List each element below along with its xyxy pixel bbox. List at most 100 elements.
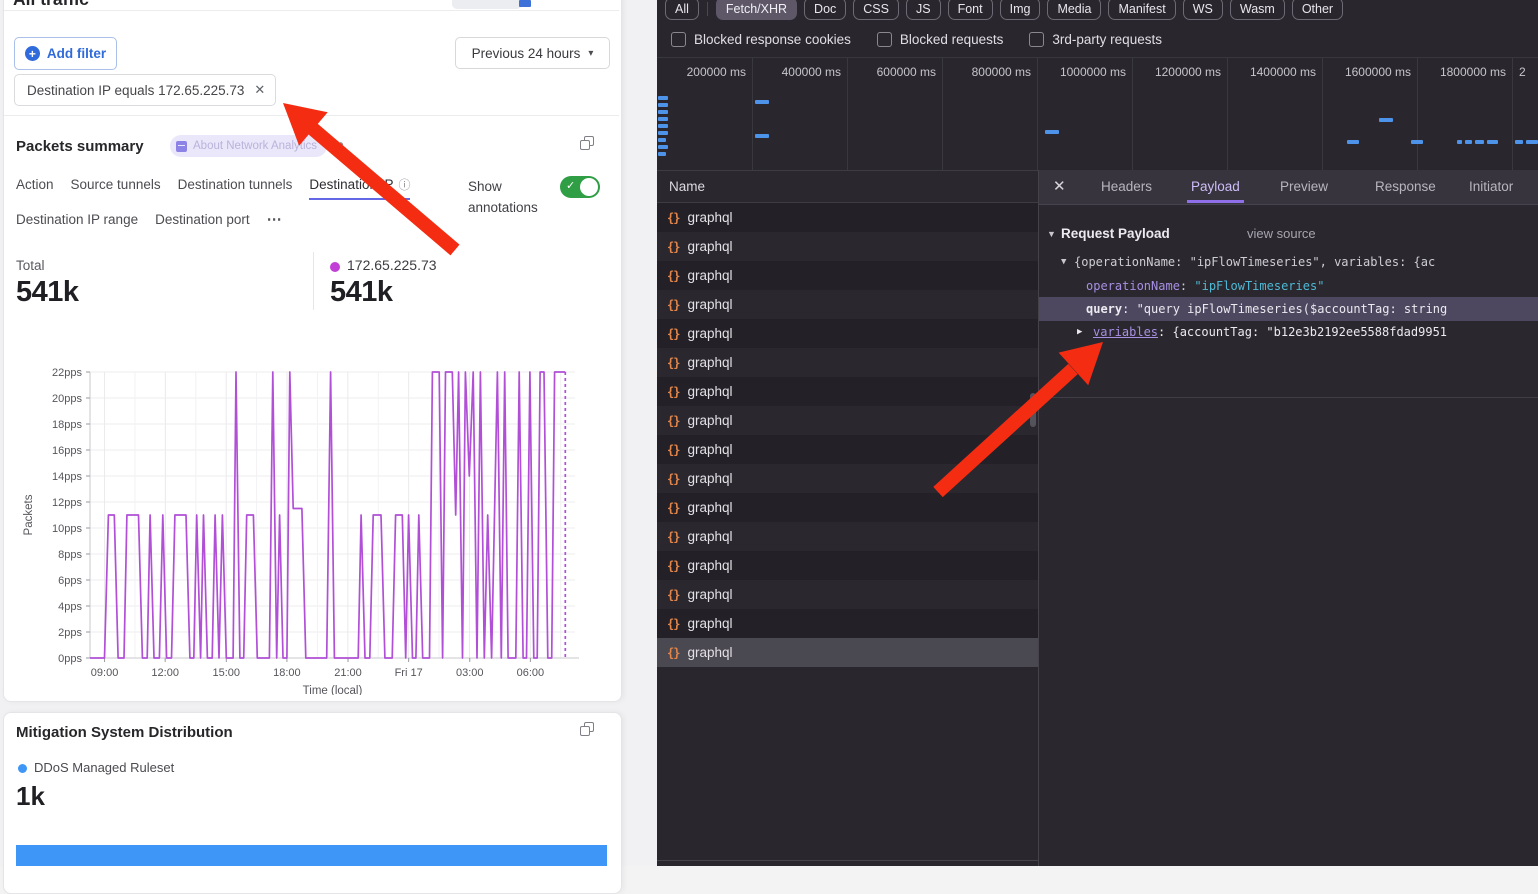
- chevron-collapsed-icon[interactable]: ▶: [1077, 320, 1082, 344]
- request-row[interactable]: {}graphql: [657, 319, 1038, 348]
- filter-pill-wasm[interactable]: Wasm: [1230, 0, 1285, 20]
- chevron-expanded-icon[interactable]: ▼: [1047, 222, 1056, 246]
- svg-text:06:00: 06:00: [517, 667, 545, 679]
- filter-chip[interactable]: Destination IP equals 172.65.225.73 ✕: [14, 74, 276, 106]
- filter-pill-other[interactable]: Other: [1292, 0, 1343, 20]
- request-row[interactable]: {}graphql: [657, 464, 1038, 493]
- add-filter-button[interactable]: + Add filter: [14, 37, 117, 70]
- tab-destination-ip-range[interactable]: Destination IP range: [16, 212, 138, 227]
- waterfall-mark: [1526, 140, 1538, 144]
- tab-response[interactable]: Response: [1375, 170, 1436, 203]
- tab-label: Destination IP range: [16, 212, 138, 227]
- svg-text:Fri 17: Fri 17: [395, 667, 423, 679]
- request-row[interactable]: {}graphql: [657, 203, 1038, 232]
- json-value: "query ipFlowTimeseries($accountTag: str…: [1137, 302, 1448, 316]
- request-name: graphql: [687, 587, 732, 602]
- ruler-label: 200000 ms: [664, 65, 746, 79]
- filter-pill-doc[interactable]: Doc: [804, 0, 846, 20]
- filter-pill-js[interactable]: JS: [906, 0, 941, 20]
- tab-preview[interactable]: Preview: [1280, 170, 1328, 203]
- filter-pill-media[interactable]: Media: [1047, 0, 1101, 20]
- tab-destination-ip[interactable]: Destination IPⓘ: [309, 176, 410, 193]
- tabs-overflow-button[interactable]: ⋯: [267, 210, 283, 228]
- request-row[interactable]: {}graphql: [657, 377, 1038, 406]
- mitigation-title: Mitigation System Distribution: [16, 724, 233, 741]
- request-row[interactable]: {}graphql: [657, 261, 1038, 290]
- svg-text:12:00: 12:00: [151, 667, 179, 679]
- tab-source-tunnels[interactable]: Source tunnels: [71, 177, 161, 192]
- stat-total-value: 541k: [16, 276, 79, 309]
- tab-action[interactable]: Action: [16, 177, 54, 192]
- request-name: graphql: [687, 413, 732, 428]
- request-payload-header[interactable]: ▼ Request Payload view source: [1039, 222, 1538, 246]
- json-request-icon: {}: [667, 327, 679, 341]
- request-row[interactable]: {}graphql: [657, 435, 1038, 464]
- expand-card-icon[interactable]: [580, 722, 594, 736]
- request-row[interactable]: {}graphql: [657, 638, 1038, 667]
- checkbox-icon[interactable]: [671, 32, 686, 47]
- tab-payload[interactable]: Payload: [1191, 170, 1240, 203]
- about-network-analytics-badge[interactable]: About Network Analytics: [170, 135, 327, 157]
- scrollbar-thumb[interactable]: [1030, 393, 1036, 427]
- request-name: graphql: [687, 471, 732, 486]
- checkbox-icon[interactable]: [1029, 32, 1044, 47]
- filter-pill-all[interactable]: All: [665, 0, 699, 20]
- request-row[interactable]: {}graphql: [657, 580, 1038, 609]
- payload-row-variables[interactable]: ▶ variables: {accountTag: "b12e3b2192ee5…: [1039, 320, 1538, 344]
- time-range-dropdown[interactable]: Previous 24 hours ▾: [455, 37, 610, 69]
- request-detail-panel: ✕ Headers Payload Preview Response Initiator…: [1039, 170, 1538, 866]
- waterfall-mark: [1347, 140, 1359, 144]
- tab-destination-port[interactable]: Destination port: [155, 212, 250, 227]
- name-header-label: Name: [669, 179, 705, 194]
- request-row[interactable]: {}graphql: [657, 406, 1038, 435]
- json-request-icon: {}: [667, 356, 679, 370]
- close-icon[interactable]: ✕: [1053, 177, 1066, 195]
- timeline-ruler[interactable]: 200000 ms400000 ms600000 ms800000 ms1000…: [657, 58, 1538, 170]
- waterfall-mark: [755, 100, 769, 104]
- filter-pill-fetch-xhr[interactable]: Fetch/XHR: [716, 0, 797, 20]
- expand-card-icon[interactable]: [580, 136, 594, 150]
- request-row[interactable]: {}graphql: [657, 348, 1038, 377]
- view-source-link[interactable]: view source: [1247, 222, 1316, 246]
- tab-label: Destination port: [155, 212, 250, 227]
- name-column-header[interactable]: Name: [657, 170, 1038, 203]
- checkbox-icon[interactable]: [877, 32, 892, 47]
- filter-pill-img[interactable]: Img: [1000, 0, 1041, 20]
- checkbox-label: Blocked requests: [900, 32, 1004, 47]
- checkbox-blocked-requests[interactable]: Blocked requests: [877, 32, 1004, 47]
- request-row[interactable]: {}graphql: [657, 290, 1038, 319]
- filter-pill-manifest[interactable]: Manifest: [1108, 0, 1175, 20]
- tab-initiator[interactable]: Initiator: [1469, 170, 1513, 203]
- checkbox-blocked-response-cookies[interactable]: Blocked response cookies: [671, 32, 851, 47]
- request-name: graphql: [687, 442, 732, 457]
- close-icon[interactable]: ✕: [254, 82, 265, 98]
- payload-row-query[interactable]: query: "query ipFlowTimeseries($accountT…: [1039, 297, 1538, 321]
- request-row[interactable]: {}graphql: [657, 551, 1038, 580]
- ruler-divider: [1417, 58, 1418, 170]
- tab-destination-tunnels[interactable]: Destination tunnels: [178, 177, 293, 192]
- checkbox-3rd-party-requests[interactable]: 3rd-party requests: [1029, 32, 1162, 47]
- show-annotations-label: Show annotations: [468, 176, 563, 218]
- tab-headers[interactable]: Headers: [1101, 170, 1152, 203]
- json-request-icon: {}: [667, 646, 679, 660]
- ruler-label: 1200000 ms: [1139, 65, 1221, 79]
- filter-pill-ws[interactable]: WS: [1183, 0, 1223, 20]
- request-row[interactable]: {}graphql: [657, 522, 1038, 551]
- payload-summary-line[interactable]: ▼ {operationName: "ipFlowTimeseries", va…: [1039, 250, 1538, 274]
- add-filter-label: Add filter: [47, 46, 106, 61]
- payload-row-operationName[interactable]: operationName: "ipFlowTimeseries": [1039, 274, 1538, 298]
- chevron-expanded-icon[interactable]: ▼: [1061, 250, 1066, 274]
- request-row[interactable]: {}graphql: [657, 232, 1038, 261]
- network-filter-checkboxes: Blocked response cookies Blocked requests…: [671, 32, 1162, 47]
- ruler-divider: [1512, 58, 1513, 170]
- annotations-toggle[interactable]: ✓: [560, 176, 600, 198]
- filter-pill-css[interactable]: CSS: [853, 0, 899, 20]
- plus-icon: +: [25, 46, 40, 61]
- packets-tabs-row1: Action Source tunnels Destination tunnels D…: [16, 176, 410, 193]
- ruler-divider: [1227, 58, 1228, 170]
- json-key: variables: [1093, 325, 1158, 339]
- request-row[interactable]: {}graphql: [657, 493, 1038, 522]
- request-name: graphql: [687, 529, 732, 544]
- request-row[interactable]: {}graphql: [657, 609, 1038, 638]
- filter-pill-font[interactable]: Font: [948, 0, 993, 20]
